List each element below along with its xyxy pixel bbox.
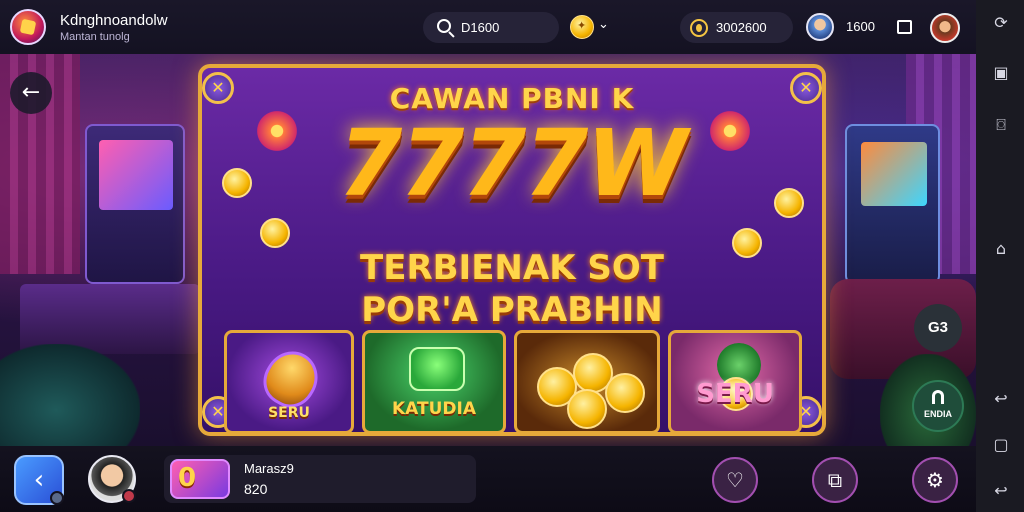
app-title: Kdnghnoandolw xyxy=(60,12,168,29)
square-icon[interactable] xyxy=(897,20,912,34)
user-avatar[interactable] xyxy=(88,455,136,503)
tile-label: SERU xyxy=(268,405,310,421)
sync-icon[interactable]: ⟳ xyxy=(992,14,1010,32)
recents-icon[interactable]: ▢ xyxy=(992,436,1010,454)
coin-icon[interactable] xyxy=(570,15,594,39)
game-tile[interactable]: SERU xyxy=(668,330,802,434)
arcade-machine-right xyxy=(845,124,940,284)
tile-label: KATUDIA xyxy=(391,399,476,419)
tile-label: SERU xyxy=(696,379,774,409)
home-icon[interactable]: ⌂ xyxy=(992,240,1010,258)
game-value: 820 xyxy=(244,481,268,497)
return-icon[interactable]: ↩ xyxy=(992,482,1010,500)
bookmark-icon: ⧉ xyxy=(827,468,843,492)
coin-icon xyxy=(690,19,708,37)
plant-left xyxy=(0,344,140,446)
bookmark-button[interactable]: ⧉ xyxy=(812,457,858,503)
chevron-left-icon: ‹ xyxy=(33,465,45,495)
status-dot xyxy=(50,491,64,505)
count-value: 1600 xyxy=(846,19,875,34)
package-button[interactable]: ENDIA xyxy=(912,380,964,432)
coin-icon xyxy=(605,373,645,413)
chevron-icon[interactable]: ⌄ xyxy=(598,17,609,32)
top-bar: Kdnghnoandolw Mantan tunolg D1600 ⌄ 3002… xyxy=(0,0,976,54)
slot-icon xyxy=(409,347,465,391)
favorite-button[interactable]: ♡ xyxy=(712,457,758,503)
app-logo[interactable] xyxy=(10,9,46,45)
game-scene: ← ✕ ✕ ✕ ✕ CAWAN PBNI K 7777W TERBIENAK S… xyxy=(0,54,976,446)
game-thumbnail xyxy=(170,459,230,499)
avatar[interactable] xyxy=(806,13,834,41)
banner-subtitle-1: TERBIENAK SOT xyxy=(360,248,664,288)
game-tile[interactable] xyxy=(514,330,660,434)
search-icon xyxy=(437,19,451,33)
game-tile[interactable]: KATUDIA xyxy=(362,330,506,434)
package-label: ENDIA xyxy=(923,409,952,419)
search-value: D1600 xyxy=(461,20,500,35)
gear-icon: ⚙ xyxy=(926,468,944,492)
balance-value: 3002600 xyxy=(716,20,767,35)
gg-button[interactable]: G3 xyxy=(914,304,962,352)
heart-icon: ♡ xyxy=(726,468,744,492)
game-app: Kdnghnoandolw Mantan tunolg D1600 ⌄ 3002… xyxy=(0,0,1024,512)
notification-badge xyxy=(122,489,136,503)
back-icon[interactable]: ↩ xyxy=(992,390,1010,408)
game-tile[interactable]: SERU xyxy=(224,330,354,434)
settings-button[interactable]: ⚙ xyxy=(912,457,958,503)
app-subtitle: Mantan tunolg xyxy=(60,31,130,43)
arch-icon xyxy=(932,390,944,404)
current-game-card[interactable]: Marasz9 820 xyxy=(164,455,476,503)
coin-icon xyxy=(567,389,607,429)
game-name: Marasz9 xyxy=(244,461,294,476)
coin-decoration xyxy=(260,218,290,248)
launcher-app-icon[interactable]: ‹ xyxy=(14,455,64,505)
camera-icon[interactable]: ⌼ xyxy=(992,116,1010,134)
banner-subtitle-2: POR'A PRABHIN xyxy=(361,290,663,330)
arcade-machine-left xyxy=(85,124,185,284)
balance-pill[interactable]: 3002600 xyxy=(680,12,793,43)
banner-big-title: 7777W xyxy=(338,110,688,217)
search-bar[interactable]: D1600 xyxy=(423,12,559,43)
window-icon[interactable]: ▣ xyxy=(992,64,1010,82)
bottom-bar: ‹ Marasz9 820 ♡ ⧉ ⚙ xyxy=(0,446,976,512)
back-button[interactable]: ← xyxy=(10,72,52,114)
system-bar: ⟳ ▣ ⌼ ⌂ ↩ ▢ ↩ xyxy=(976,0,1024,512)
back-arrow-icon: ← xyxy=(21,80,41,105)
profile-avatar[interactable] xyxy=(930,13,960,43)
promo-banner[interactable]: ✕ ✕ ✕ ✕ CAWAN PBNI K 7777W TERBIENAK SOT… xyxy=(198,64,826,436)
